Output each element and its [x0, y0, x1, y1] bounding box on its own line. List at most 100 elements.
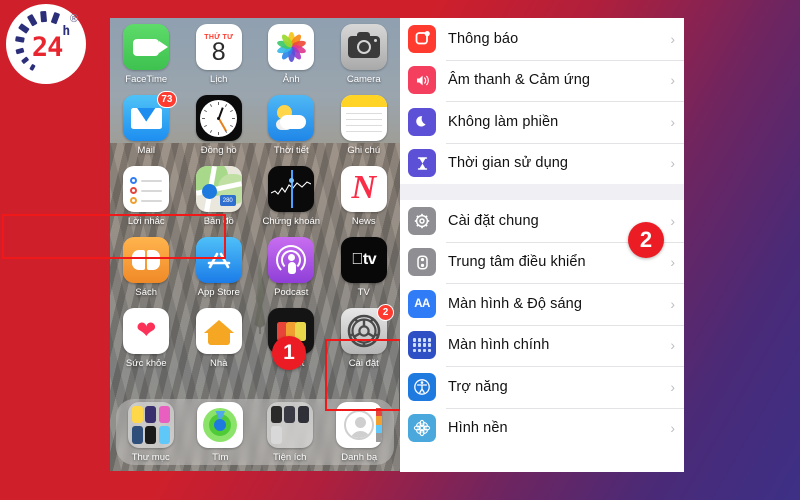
home-screen-icon — [408, 331, 436, 360]
app-news[interactable]: N News — [328, 166, 401, 227]
settings-row-label: Màn hình chính — [448, 337, 550, 354]
app-label: Lời nhắc — [127, 216, 165, 227]
do-not-disturb-icon — [408, 107, 436, 136]
toggles-glyph — [416, 255, 428, 270]
app-stocks[interactable]: Chứng khoán — [255, 166, 328, 227]
chevron-right-icon: › — [670, 30, 675, 47]
app-label: Sức khỏe — [125, 358, 167, 369]
annotation-marker-2: 2 — [628, 222, 664, 258]
stocks-icon — [268, 166, 315, 212]
dock: Thư mục Tìm Tiện ích Danh bạ — [116, 399, 394, 465]
health-icon: ❤ — [123, 308, 170, 354]
calendar-icon: THỨ TƯ 8 — [195, 24, 242, 70]
reminders-icon — [123, 166, 170, 212]
dock-contacts[interactable]: Danh bạ — [325, 401, 395, 463]
dock-utilities[interactable]: Tiện ích — [255, 401, 325, 463]
app-clock[interactable]: Đồng hồ — [183, 95, 256, 156]
maps-route-shield: 280 — [219, 195, 236, 206]
chevron-right-icon: › — [670, 378, 675, 395]
app-photos[interactable]: Ảnh — [255, 24, 328, 85]
maps-icon: 280 — [195, 166, 242, 212]
app-label: Mail — [137, 145, 155, 156]
calendar-day: 8 — [211, 38, 226, 66]
display-brightness-icon: AA — [408, 289, 436, 318]
logo-superscript: h — [62, 24, 71, 39]
app-label: Cài đặt — [348, 358, 379, 369]
settings-row-accessibility[interactable]: Trợ năng › — [400, 366, 684, 408]
app-calendar[interactable]: THỨ TƯ 8 Lịch — [183, 24, 256, 85]
app-label: Sách — [135, 287, 158, 298]
wallpaper-icon — [408, 414, 436, 443]
settings-row-do-not-disturb[interactable]: Không làm phiền › — [400, 101, 684, 143]
hourglass-glyph — [417, 156, 427, 170]
notes-icon — [340, 95, 387, 141]
app-grid: FaceTime THỨ TƯ 8 Lịch Ảnh Camera 73 Mai… — [110, 24, 400, 369]
app-label: App Store — [197, 287, 240, 298]
app-label: Tìm — [212, 451, 229, 463]
app-facetime[interactable]: FaceTime — [110, 24, 183, 85]
app-label: Bản đồ — [203, 216, 234, 227]
settings-row-label: Trung tâm điều khiển — [448, 254, 586, 271]
settings-badge: 2 — [377, 304, 394, 321]
camera-icon — [340, 24, 387, 70]
gear-glyph — [414, 213, 430, 228]
app-books[interactable]: Sách — [110, 237, 183, 298]
app-label: FaceTime — [125, 74, 168, 85]
app-label: Thời tiết — [273, 145, 309, 156]
settings-row-label: Trợ năng — [448, 378, 508, 395]
settings-row-label: Hình nền — [448, 420, 508, 437]
app-app-store[interactable]: App Store — [183, 237, 256, 298]
logo-text: 24 h — [6, 4, 86, 84]
app-reminders[interactable]: Lời nhắc — [110, 166, 183, 227]
aa-glyph: AA — [414, 297, 430, 310]
screenshot-root: ® 24 h FaceTime THỨ TƯ 8 Lịch Ảnh Camera… — [0, 0, 800, 500]
app-maps[interactable]: 280 Bản đồ — [183, 166, 256, 227]
app-notes[interactable]: Ghi chú — [328, 95, 401, 156]
accessibility-glyph — [414, 378, 430, 395]
brand-logo-24h: ® 24 h — [6, 4, 86, 84]
find-my-icon — [197, 401, 244, 448]
settings-row-label: Thông báo — [448, 30, 519, 47]
app-mail[interactable]: 73 Mail — [110, 91, 183, 156]
accessibility-icon — [408, 372, 436, 401]
app-label: Podcast — [274, 287, 309, 298]
speaker-glyph — [416, 75, 429, 86]
settings-row-wallpaper[interactable]: Hình nền › — [400, 407, 684, 449]
app-health[interactable]: ❤ Sức khỏe — [110, 308, 183, 369]
notifications-glyph — [415, 31, 430, 45]
settings-row-notifications[interactable]: Thông báo › — [400, 18, 684, 60]
settings-row-sounds[interactable]: Âm thanh & Cảm ứng › — [400, 59, 684, 101]
app-settings[interactable]: 2 Cài đặt — [328, 304, 401, 369]
utilities-folder-icon — [266, 401, 313, 448]
app-label: News — [351, 216, 376, 227]
settings-row-display-brightness[interactable]: AA Màn hình & Độ sáng › — [400, 283, 684, 325]
logo-number: 24 — [31, 31, 64, 63]
chevron-right-icon: › — [670, 254, 675, 271]
app-label: Thư mục — [131, 451, 170, 463]
app-home[interactable]: Nhà — [183, 308, 256, 369]
dock-find-my[interactable]: Tìm — [186, 401, 256, 463]
chevron-right-icon: › — [670, 155, 675, 172]
notifications-icon — [408, 24, 436, 53]
dock-folder[interactable]: Thư mục — [116, 401, 186, 463]
app-label: Ghi chú — [347, 145, 381, 156]
app-tv[interactable]: tv TV — [328, 237, 401, 298]
home-app-icon — [195, 308, 242, 354]
podcasts-icon — [268, 237, 315, 283]
home-grid-glyph — [413, 338, 431, 353]
settings-row-screen-time[interactable]: Thời gian sử dụng › — [400, 142, 684, 184]
control-center-icon — [408, 248, 436, 277]
app-weather[interactable]: Thời tiết — [255, 95, 328, 156]
books-icon — [123, 237, 170, 283]
moon-glyph — [415, 116, 426, 127]
app-podcasts[interactable]: Podcast — [255, 237, 328, 298]
settings-row-home-screen[interactable]: Màn hình chính › — [400, 324, 684, 366]
settings-gear-glyph — [347, 314, 381, 348]
app-label: Lịch — [210, 74, 228, 85]
clock-icon — [195, 95, 242, 141]
chevron-right-icon: › — [670, 72, 675, 89]
app-label: Nhà — [210, 358, 228, 369]
contacts-icon — [336, 401, 383, 448]
mail-badge: 73 — [157, 91, 177, 108]
app-camera[interactable]: Camera — [328, 24, 401, 85]
